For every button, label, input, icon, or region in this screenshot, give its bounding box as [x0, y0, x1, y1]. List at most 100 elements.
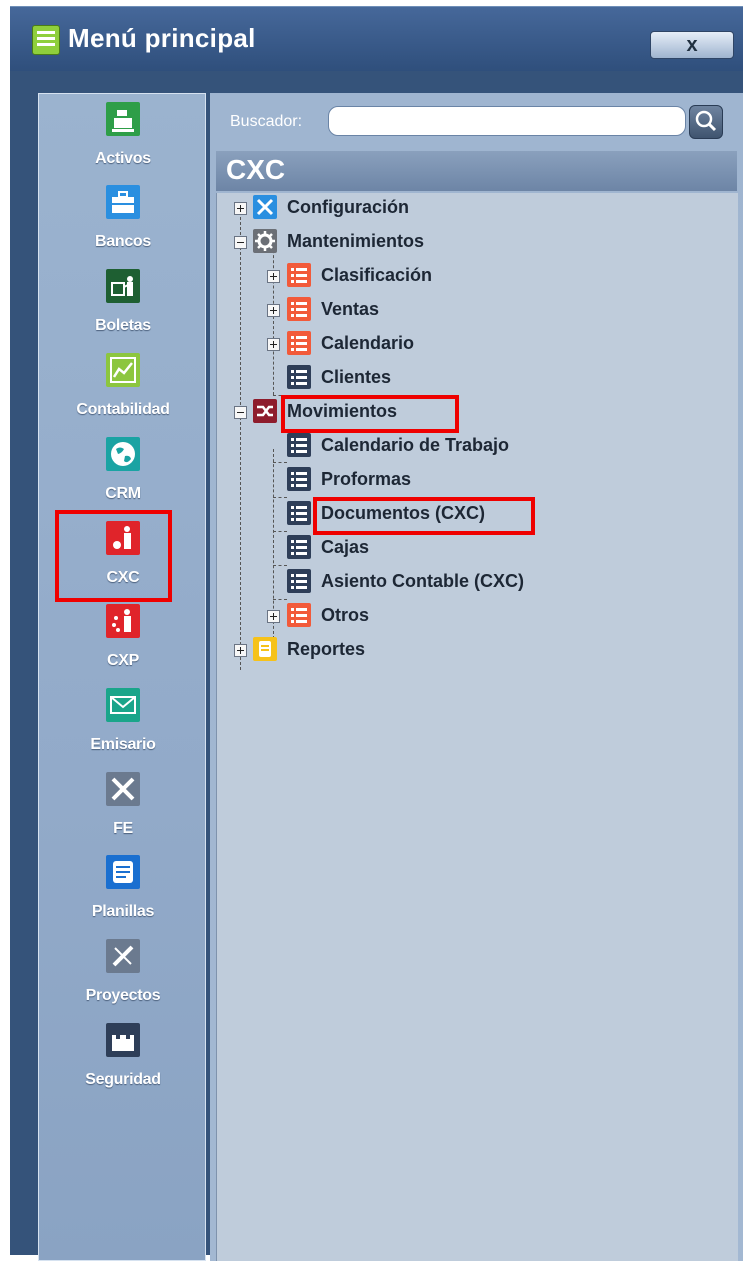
sidebar-item-bancos[interactable]: Bancos — [39, 185, 207, 251]
tree-connector — [273, 599, 287, 600]
sidebar-label-cxp: CXP — [107, 652, 139, 669]
search-label: Buscador: — [230, 113, 303, 130]
module-sidebar: Activos Bancos Boletas Contabilidad CRM — [38, 93, 206, 1261]
tree-item-mantenimientos[interactable]: Mantenimientos — [217, 229, 617, 257]
list-icon — [287, 433, 311, 457]
tree-label: Configuración — [287, 197, 409, 217]
sidebar-item-crm[interactable]: CRM — [39, 437, 207, 503]
list-icon — [287, 501, 311, 525]
sidebar-item-fe[interactable]: FE — [39, 772, 207, 838]
sidebar-label-bancos: Bancos — [95, 233, 151, 250]
pencil-ruler-icon — [106, 939, 140, 973]
sidebar-item-proyectos[interactable]: Proyectos — [39, 939, 207, 1005]
briefcase-icon — [106, 185, 140, 219]
shuffle-icon — [253, 399, 277, 423]
sidebar-item-activos[interactable]: Activos — [39, 102, 207, 168]
tree-label: Asiento Contable (CXC) — [321, 571, 525, 591]
search-icon — [695, 110, 717, 132]
tree-item-asiento-contable-cxc[interactable]: Asiento Contable (CXC) — [217, 569, 637, 597]
sidebar-item-boletas[interactable]: Boletas — [39, 269, 207, 335]
tree-label: Clientes — [321, 367, 392, 387]
sidebar-label-proyectos: Proyectos — [85, 987, 161, 1004]
section-header: CXC — [216, 151, 737, 191]
tree-item-calendario[interactable]: Calendario — [217, 331, 617, 359]
tree-item-configuracion[interactable]: Configuración — [217, 195, 617, 223]
menu-app-icon — [32, 25, 60, 55]
list-icon — [287, 263, 311, 287]
sidebar-item-cxp[interactable]: CXP — [39, 604, 207, 670]
tree-label: Ventas — [321, 299, 380, 319]
expand-icon[interactable] — [234, 202, 247, 215]
module-content-panel: Buscador: CXC Configuración Mantenimient… — [210, 93, 743, 1261]
person-coins-icon — [106, 604, 140, 638]
gear-icon — [253, 229, 277, 253]
search-input[interactable] — [328, 106, 686, 136]
collapse-icon[interactable] — [234, 406, 247, 419]
cxc-highlight-box — [55, 510, 172, 602]
list-icon — [287, 331, 311, 355]
globe-icon — [106, 437, 140, 471]
expand-icon[interactable] — [267, 304, 280, 317]
expand-icon[interactable] — [267, 338, 280, 351]
sidebar-item-emisario[interactable]: Emisario — [39, 688, 207, 754]
sidebar-label-crm: CRM — [105, 485, 141, 502]
castle-icon — [106, 1023, 140, 1057]
documentos-highlight-box — [313, 497, 535, 535]
expand-icon[interactable] — [267, 270, 280, 283]
title-bar: Menú principal x — [10, 7, 743, 71]
sidebar-item-planillas[interactable]: Planillas — [39, 855, 207, 921]
sidebar-label-contabilidad: Contabilidad — [76, 401, 170, 418]
envelope-icon — [106, 688, 140, 722]
menu-tree: Configuración Mantenimientos Clasificaci… — [216, 193, 738, 1261]
list-icon — [287, 535, 311, 559]
expand-icon[interactable] — [234, 644, 247, 657]
tree-label: Mantenimientos — [287, 231, 425, 251]
expand-icon[interactable] — [267, 610, 280, 623]
tree-connector — [273, 565, 287, 566]
list-icon — [287, 603, 311, 627]
tree-item-ventas[interactable]: Ventas — [217, 297, 617, 325]
window-title: Menú principal — [68, 23, 256, 53]
tools-icon — [106, 772, 140, 806]
presentation-icon — [106, 269, 140, 303]
tree-connector — [273, 497, 287, 498]
section-title: CXC — [226, 154, 286, 185]
notepad-icon — [253, 637, 277, 661]
sidebar-label-seguridad: Seguridad — [85, 1071, 161, 1088]
close-button[interactable]: x — [650, 31, 734, 59]
main-menu-window: Menú principal x Activos Bancos Boletas — [10, 6, 743, 1261]
sidebar-label-boletas: Boletas — [95, 317, 151, 334]
tree-item-proformas[interactable]: Proformas — [217, 467, 617, 495]
tree-connector — [273, 531, 287, 532]
list-icon — [287, 365, 311, 389]
tree-item-clasificacion[interactable]: Clasificación — [217, 263, 617, 291]
tree-item-reportes[interactable]: Reportes — [217, 637, 617, 665]
list-icon — [287, 297, 311, 321]
chart-icon — [106, 353, 140, 387]
tree-item-clientes[interactable]: Clientes — [217, 365, 617, 393]
sidebar-label-emisario: Emisario — [90, 736, 156, 753]
list-icon — [287, 569, 311, 593]
tree-label: Otros — [321, 605, 370, 625]
sidebar-label-fe: FE — [113, 820, 133, 837]
list-icon — [287, 467, 311, 491]
tree-label: Calendario — [321, 333, 415, 353]
tree-label: Proformas — [321, 469, 412, 489]
tree-label: Clasificación — [321, 265, 433, 285]
tree-item-otros[interactable]: Otros — [217, 603, 617, 631]
cash-register-icon — [106, 102, 140, 136]
tree-item-cajas[interactable]: Cajas — [217, 535, 617, 563]
wrench-icon — [253, 195, 277, 219]
sidebar-item-contabilidad[interactable]: Contabilidad — [39, 353, 207, 419]
document-icon — [106, 855, 140, 889]
collapse-icon[interactable] — [234, 236, 247, 249]
tree-item-calendario-de-trabajo[interactable]: Calendario de Trabajo — [217, 433, 637, 461]
tree-label: Calendario de Trabajo — [321, 435, 510, 455]
sidebar-label-planillas: Planillas — [91, 903, 155, 920]
sidebar-item-seguridad[interactable]: Seguridad — [39, 1023, 207, 1089]
movimientos-highlight-box — [281, 395, 459, 433]
tree-label: Cajas — [321, 537, 370, 557]
sidebar-label-activos: Activos — [95, 150, 151, 167]
tree-label: Reportes — [287, 639, 366, 659]
search-button[interactable] — [689, 105, 723, 139]
